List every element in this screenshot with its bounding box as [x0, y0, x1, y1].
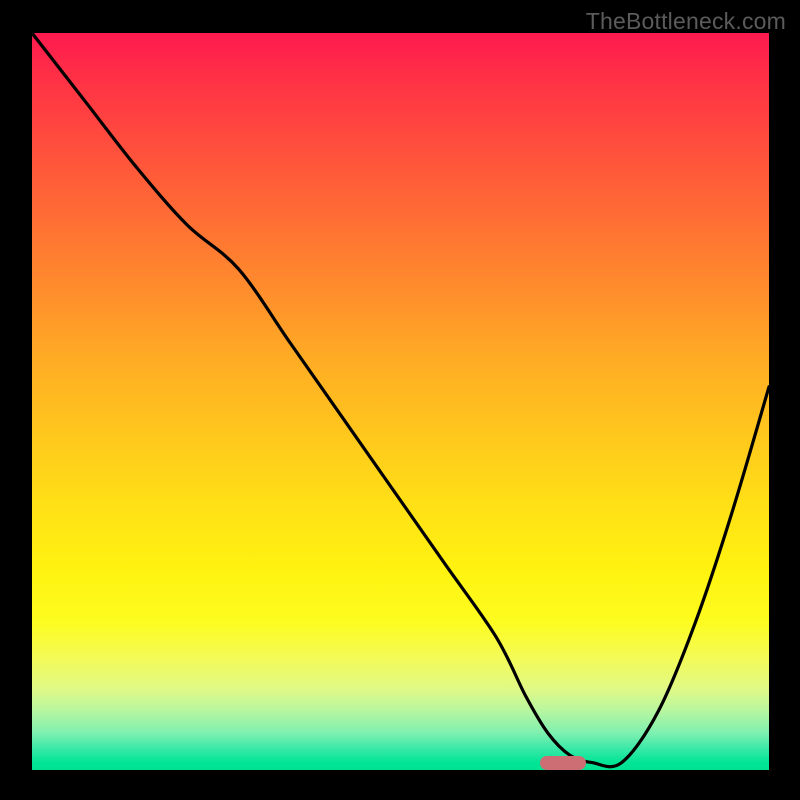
plot-area: [32, 33, 769, 770]
bottleneck-curve: [32, 33, 769, 770]
optimal-marker: [540, 756, 586, 770]
watermark-text: TheBottleneck.com: [586, 8, 786, 35]
curve-path: [32, 33, 769, 767]
